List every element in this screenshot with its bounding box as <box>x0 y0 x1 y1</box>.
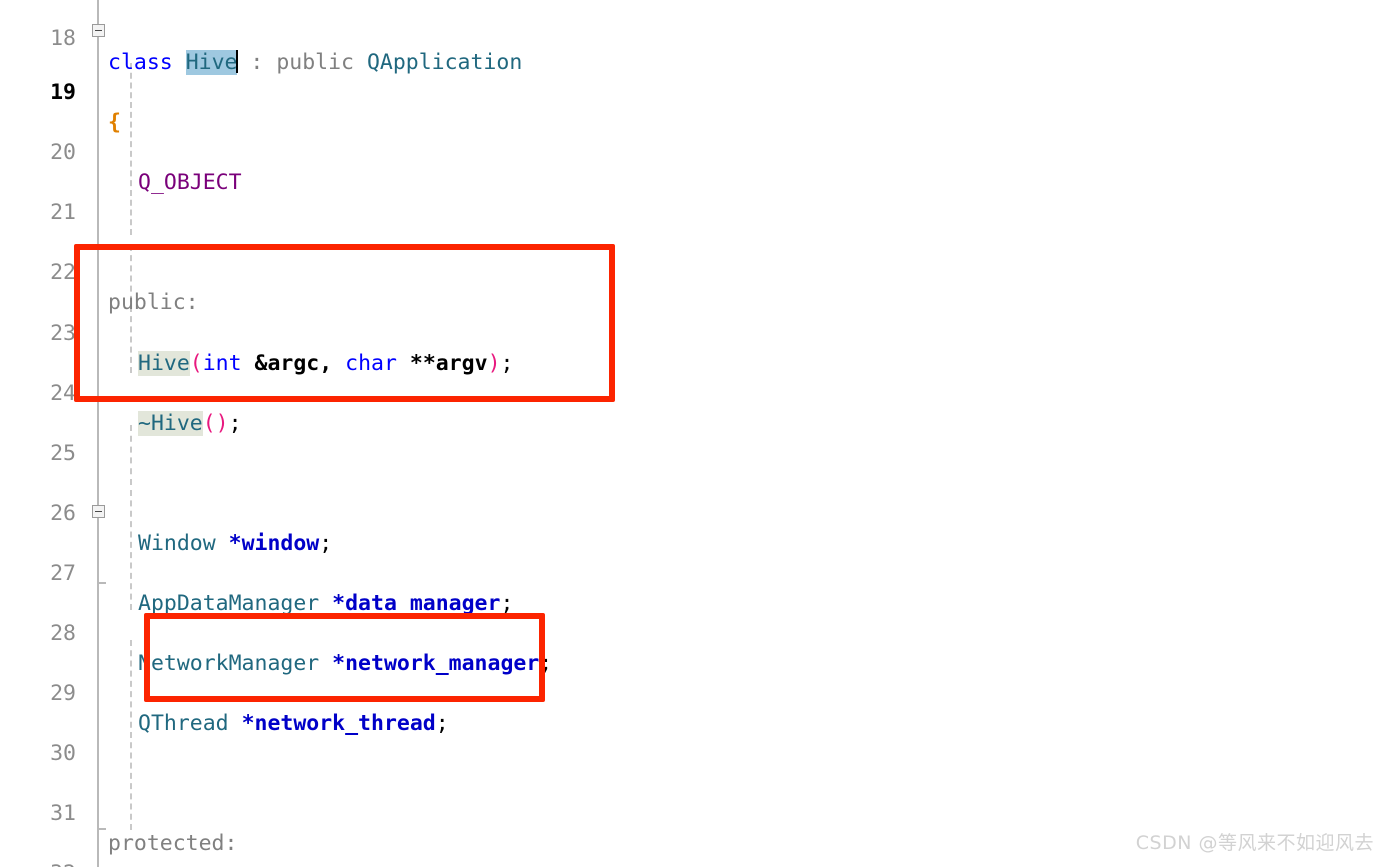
token-field-network-manager: *network_manager <box>332 651 540 677</box>
token-field-network-thread: *network_thread <box>241 711 436 737</box>
token-keyword-int: int <box>202 350 242 376</box>
token-semicolon: ; <box>228 410 242 436</box>
line-number: 21 <box>50 200 76 226</box>
line-text: class Hive : public QApplication <box>108 48 522 78</box>
token-semicolon: ; <box>435 711 449 737</box>
code-line[interactable]: 25 ~Hive(); <box>0 409 1388 466</box>
line-text: AppDataManager *data_manager; <box>138 589 513 619</box>
code-line[interactable]: 19 class Hive : public QApplication <box>0 48 1388 105</box>
token-keyword-public-inherit: public <box>276 50 354 76</box>
code-line[interactable]: 26 <box>0 469 1388 526</box>
token-semicolon: ; <box>500 350 514 376</box>
token-field-window: *window <box>228 530 320 556</box>
token-selected-classname: Hive <box>185 50 238 76</box>
code-line[interactable]: 27 Window *window; <box>0 529 1388 586</box>
token-type-appdatamanager: AppDataManager <box>138 590 320 616</box>
token-semicolon: ; <box>500 590 514 616</box>
line-number: 30 <box>50 741 76 767</box>
token-access-public: public: <box>108 290 199 316</box>
line-number: 27 <box>50 560 76 586</box>
token-paren-open: ( <box>189 350 203 376</box>
code-lines: 18 19 class Hive : public QApplication 2… <box>0 0 1388 867</box>
code-editor[interactable]: 18 19 class Hive : public QApplication 2… <box>0 0 1388 867</box>
code-line[interactable]: 30 QThread *network_thread; <box>0 709 1388 766</box>
token-type-window: Window <box>138 530 216 556</box>
line-number: 31 <box>50 801 76 827</box>
line-text: Window *window; <box>138 529 332 559</box>
line-text: QThread *network_thread; <box>138 709 449 739</box>
token-brace-open: { <box>108 110 121 136</box>
token-param-argv: **argv <box>409 350 488 376</box>
code-line[interactable]: 24 Hive(int &argc, char **argv); <box>0 349 1388 406</box>
line-text: { <box>108 108 121 138</box>
token-keyword-char: char <box>345 350 397 376</box>
token-macro-qobject: Q_OBJECT <box>138 170 242 196</box>
line-number: 22 <box>50 260 76 286</box>
line-number: 29 <box>50 681 76 707</box>
code-line[interactable]: 28 AppDataManager *data_manager; <box>0 589 1388 646</box>
line-text: Q_OBJECT <box>138 168 242 198</box>
code-line[interactable]: 22 <box>0 228 1388 285</box>
token-semicolon: ; <box>319 530 333 556</box>
token-dtor-hive: ~Hive <box>138 410 203 436</box>
token-ctor-hive: Hive <box>138 350 190 376</box>
token-colon: : <box>237 50 277 76</box>
line-number: 24 <box>50 380 76 406</box>
token-type-networkmanager: NetworkManager <box>138 651 320 677</box>
code-line[interactable]: 18 <box>0 0 1388 51</box>
token-access-protected: protected: <box>108 831 238 857</box>
code-line[interactable]: 20 { <box>0 108 1388 165</box>
csdn-watermark: CSDN @等风来不如迎风去 <box>1135 832 1374 854</box>
token-type-qthread: QThread <box>138 711 229 737</box>
line-number: 26 <box>50 500 76 526</box>
line-text: NetworkManager *network_manager; <box>138 649 552 679</box>
token-keyword-class: class <box>108 50 173 76</box>
line-number: 19 <box>50 80 76 106</box>
line-number: 23 <box>50 320 76 346</box>
line-text: protected: <box>108 829 237 859</box>
line-text: Hive(int &argc, char **argv); <box>138 349 513 379</box>
token-semicolon: ; <box>539 651 553 677</box>
token-paren-close: ) <box>487 350 501 376</box>
line-number: 20 <box>50 140 76 166</box>
line-number: 25 <box>50 440 76 466</box>
token-type-qapplication: QApplication <box>366 50 523 76</box>
code-line[interactable]: 21 Q_OBJECT <box>0 168 1388 225</box>
token-param-argc: &argc, <box>254 350 333 376</box>
token-field-data-manager: *data_manager <box>332 590 501 616</box>
line-text: public: <box>108 288 199 318</box>
line-text: ~Hive(); <box>138 409 242 439</box>
line-number: 28 <box>50 621 76 647</box>
token-parens-empty: () <box>202 410 229 436</box>
code-line[interactable]: 23 public: <box>0 288 1388 345</box>
code-line[interactable]: 31 <box>0 769 1388 826</box>
line-number: 32 <box>0 859 76 867</box>
code-line[interactable]: 29 NetworkManager *network_manager; <box>0 649 1388 706</box>
